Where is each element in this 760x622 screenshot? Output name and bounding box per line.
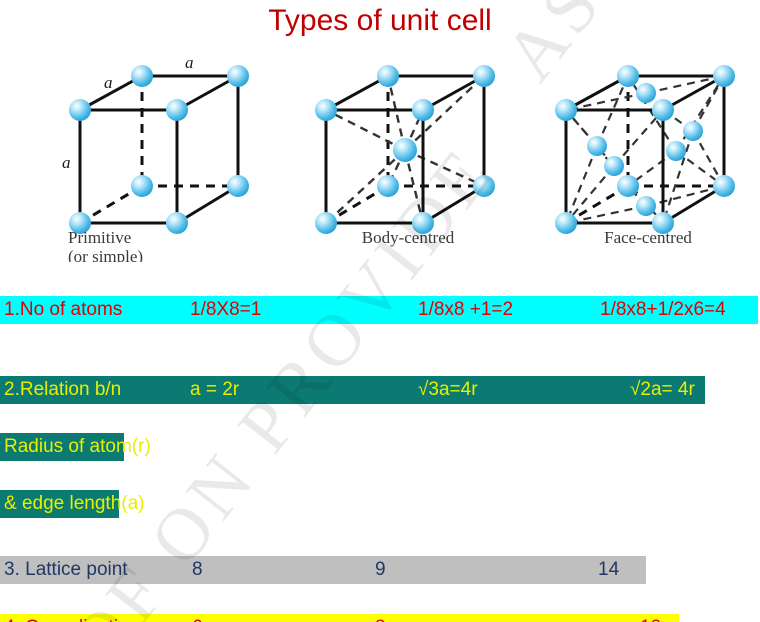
cell-primitive: 1/8X8=1 [190, 299, 262, 320]
table-row: 4. Co-ordination 6 8 12 [0, 614, 760, 622]
cell-body-centred: √3a=4r [418, 379, 478, 400]
table-row: 2.Relation b/n a = 2r √3a=4r √2a= 4r [0, 376, 760, 404]
page-title: Types of unit cell [268, 4, 492, 37]
body-centred-caption: Body-centred [361, 228, 455, 247]
body-centred-cell-diagram: Body-centred [288, 48, 528, 288]
row-label: 3. Lattice point [4, 559, 128, 580]
cell-face-centred: 14 [598, 559, 620, 580]
table-row: 3. Lattice point 8 9 14 [0, 556, 760, 584]
cell-body-centred: 9 [375, 559, 386, 580]
primitive-caption-line2: (or simple) [68, 247, 144, 263]
svg-text:a: a [185, 53, 194, 72]
table-row-continuation: Radius of atom(r) [0, 433, 760, 461]
cell-face-centred: √2a= 4r [630, 379, 695, 400]
cell-body-centred: 8 [375, 614, 386, 622]
cell-primitive: a = 2r [190, 379, 240, 400]
cell-primitive: 8 [192, 559, 203, 580]
unit-cell-diagrams: a a a Primitive (or simple) Body-centred… [0, 48, 760, 288]
cell-primitive: 6 [192, 614, 203, 622]
face-centred-cell-diagram: Face-centred [528, 48, 760, 288]
primitive-caption-line1: Primitive [68, 228, 132, 247]
face-centred-caption: Face-centred [604, 228, 692, 247]
row-label: 4. Co-ordination [4, 614, 139, 622]
cell-face-centred: 1/8x8+1/2x6=4 [600, 299, 726, 320]
row-label: 1.No of atoms [4, 299, 123, 320]
svg-text:a: a [62, 153, 71, 172]
primitive-cell-diagram: a a a Primitive (or simple) [42, 48, 282, 288]
row-label: 2.Relation b/n [4, 379, 122, 400]
body-centred-cube-svg [315, 65, 495, 234]
row-label-line3: & edge length(a) [4, 493, 145, 514]
svg-text:a: a [104, 73, 113, 92]
face-centred-cube-svg [555, 65, 735, 234]
primitive-caption: Primitive (or simple) [42, 228, 282, 262]
row-label-line2: Radius of atom(r) [4, 436, 151, 457]
cell-body-centred: 1/8x8 +1=2 [418, 299, 514, 320]
table-row-continuation: & edge length(a) [0, 490, 760, 518]
cell-face-centred: 12 [640, 614, 661, 622]
table-row: 1.No of atoms 1/8X8=1 1/8x8 +1=2 1/8x8+1… [0, 296, 760, 324]
slide-canvas: ASS OF ON PROVIDE Types of unit cell [0, 0, 760, 622]
